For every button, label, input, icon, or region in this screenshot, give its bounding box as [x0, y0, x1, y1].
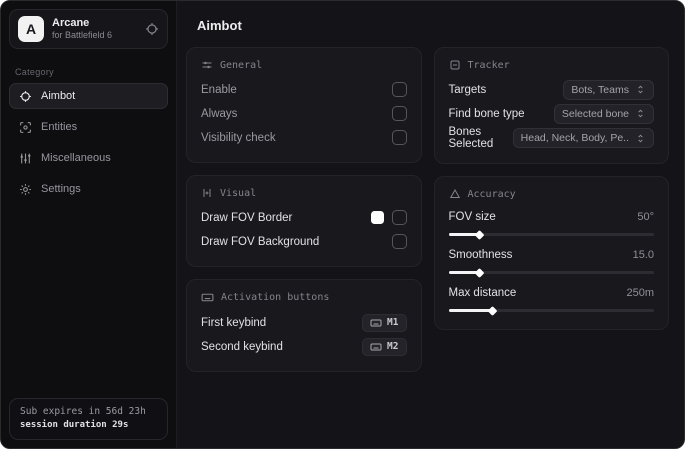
- fov-size-setting: FOV size 50°: [448, 207, 654, 240]
- category-label: Category: [15, 67, 54, 77]
- setting-row-enable: Enable: [201, 78, 407, 101]
- draw-fov-background-checkbox[interactable]: [391, 234, 407, 249]
- card-title: Accuracy: [467, 188, 516, 200]
- setting-label: First keybind: [201, 316, 267, 329]
- sidebar-item-aimbot[interactable]: Aimbot: [9, 83, 168, 109]
- subscription-info: Sub expires in 56d 23h session duration …: [9, 398, 168, 440]
- keybind-value: M1: [387, 317, 399, 328]
- sidebar-item-miscellaneous[interactable]: Miscellaneous: [9, 145, 168, 171]
- slider-thumb[interactable]: [487, 305, 498, 316]
- find-bone-type-dropdown[interactable]: Selected bone: [553, 103, 654, 124]
- dropdown-value: Bots, Teams: [571, 83, 629, 96]
- setting-label: FOV size: [448, 211, 496, 223]
- setting-row-always: Always: [201, 102, 407, 125]
- setting-row-bones-selected: Bones Selected Head, Neck, Body, Pe..: [448, 126, 654, 150]
- sidebar-item-label: Settings: [41, 183, 81, 195]
- sidebar-item-label: Miscellaneous: [41, 152, 111, 164]
- setting-label: Smoothness: [448, 249, 513, 261]
- setting-label: Second keybind: [201, 340, 283, 353]
- setting-label: Max distance: [448, 287, 517, 299]
- chevrons-up-down-icon: [635, 133, 646, 144]
- chevrons-up-down-icon: [635, 108, 646, 119]
- general-card: General Enable Always Visibility check: [186, 47, 422, 163]
- setting-label: Draw FOV Background: [201, 235, 320, 248]
- main-panel: Aimbot General Enable Always Visibility …: [177, 1, 684, 448]
- card-title: Tracker: [467, 59, 510, 71]
- card-title: General: [220, 59, 263, 71]
- max-distance-setting: Max distance 250m: [448, 283, 654, 316]
- sliders-icon: [201, 187, 213, 199]
- visual-card: Visual Draw FOV Border Draw FOV Backgrou…: [186, 175, 422, 267]
- setting-row-draw-fov-border: Draw FOV Border: [201, 206, 407, 229]
- smoothness-value: 15.0: [632, 249, 654, 261]
- dropdown-value: Head, Neck, Body, Pe..: [520, 132, 629, 144]
- max-distance-value: 250m: [626, 287, 654, 299]
- setting-label: Bones Selected: [448, 126, 494, 150]
- fov-size-value: 50°: [637, 211, 654, 223]
- scan-icon: [19, 121, 32, 134]
- smoothness-setting: Smoothness 15.0: [448, 245, 654, 278]
- square-minus-icon: [449, 59, 461, 71]
- dropdown-value: Selected bone: [561, 107, 629, 120]
- triangle-icon: [449, 188, 461, 200]
- setting-label: Always: [201, 107, 238, 120]
- keyboard-icon: [370, 341, 382, 353]
- crosshair-icon: [19, 90, 32, 103]
- activation-buttons-card: Activation buttons First keybind M1 Seco…: [186, 279, 422, 372]
- slider-thumb[interactable]: [474, 267, 485, 278]
- app-subtitle: for Battlefield 6: [52, 30, 113, 41]
- sidebar: A Arcane for Battlefield 6 Category Aimb…: [1, 1, 177, 448]
- chevrons-up-down-icon: [635, 84, 646, 95]
- fov-size-slider[interactable]: [448, 229, 654, 240]
- always-checkbox[interactable]: [391, 106, 407, 121]
- setting-label: Visibility check: [201, 131, 276, 144]
- keybind-value: M2: [387, 341, 399, 352]
- max-distance-slider[interactable]: [448, 305, 654, 316]
- setting-label: Enable: [201, 83, 237, 96]
- fov-border-color-swatch[interactable]: [370, 211, 384, 224]
- sidebar-item-entities[interactable]: Entities: [9, 114, 168, 140]
- setting-label: Targets: [448, 83, 487, 96]
- setting-row-draw-fov-background: Draw FOV Background: [201, 230, 407, 253]
- setting-row-targets: Targets Bots, Teams: [448, 78, 654, 101]
- session-duration-text: session duration 29s: [20, 419, 129, 430]
- setting-row-find-bone-type: Find bone type Selected bone: [448, 102, 654, 125]
- visibility-check-checkbox[interactable]: [391, 130, 407, 145]
- setting-row-second-keybind: Second keybind M2: [201, 335, 407, 358]
- setting-label: Draw FOV Border: [201, 211, 293, 224]
- enable-checkbox[interactable]: [391, 82, 407, 97]
- sidebar-item-label: Aimbot: [41, 90, 76, 102]
- sidebar-nav: Aimbot Entities Miscellaneous Settings: [1, 83, 176, 202]
- app-logo: A: [18, 16, 44, 42]
- setting-label: Find bone type: [448, 107, 525, 120]
- card-title: Activation buttons: [221, 292, 330, 303]
- second-keybind-button[interactable]: M2: [362, 337, 407, 356]
- slider-thumb[interactable]: [474, 229, 485, 240]
- sliders-horizontal-icon: [201, 59, 213, 71]
- keyboard-icon: [370, 317, 382, 329]
- smoothness-slider[interactable]: [448, 267, 654, 278]
- setting-row-first-keybind: First keybind M1: [201, 311, 407, 334]
- crosshair-button[interactable]: [145, 22, 159, 36]
- targets-dropdown[interactable]: Bots, Teams: [563, 79, 654, 100]
- sub-expiry-text: Sub expires in 56d 23h: [20, 406, 146, 418]
- sliders-vertical-icon: [19, 152, 32, 165]
- app-window: A Arcane for Battlefield 6 Category Aimb…: [0, 0, 685, 449]
- page-title: Aimbot: [197, 18, 242, 33]
- card-title: Visual: [220, 187, 257, 199]
- sidebar-item-settings[interactable]: Settings: [9, 176, 168, 202]
- brand-card: A Arcane for Battlefield 6: [9, 9, 168, 49]
- first-keybind-button[interactable]: M1: [362, 313, 407, 332]
- setting-row-visibility-check: Visibility check: [201, 126, 407, 149]
- app-title: Arcane: [52, 16, 90, 29]
- accuracy-card: Accuracy FOV size 50° Smoothness 15.0 Ma…: [433, 176, 669, 330]
- tracker-card: Tracker Targets Bots, Teams Find bone ty…: [433, 47, 669, 164]
- gear-icon: [19, 183, 32, 196]
- sidebar-item-label: Entities: [41, 121, 78, 133]
- keyboard-icon: [201, 291, 214, 304]
- draw-fov-border-checkbox[interactable]: [391, 210, 407, 225]
- bones-selected-dropdown[interactable]: Head, Neck, Body, Pe..: [512, 128, 654, 148]
